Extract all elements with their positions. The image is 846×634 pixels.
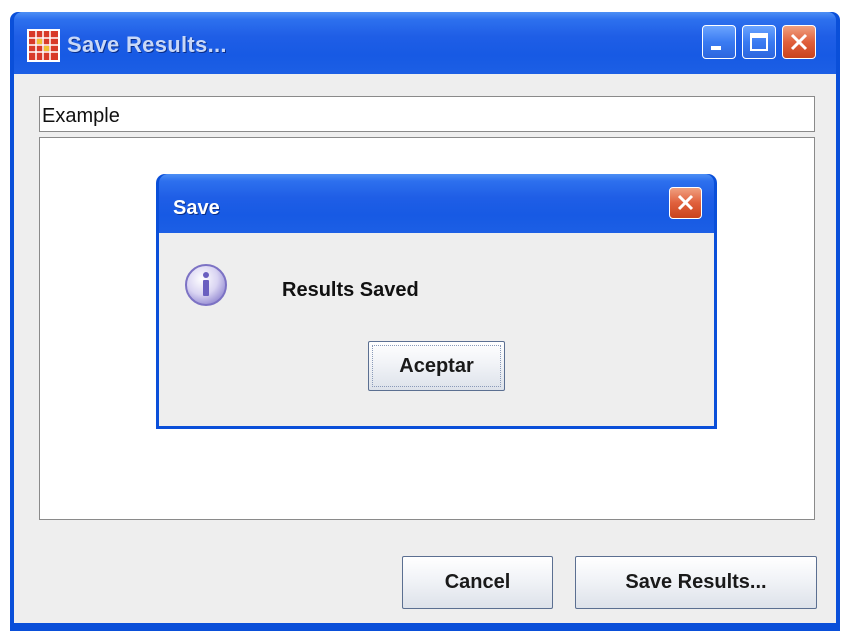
save-results-button[interactable]: Save Results... <box>575 556 817 609</box>
maximize-button[interactable] <box>742 25 776 59</box>
window-title: Save Results... <box>67 32 227 57</box>
close-icon <box>677 194 694 211</box>
dialog-body: Results Saved Aceptar <box>159 233 714 426</box>
minimize-icon <box>711 46 721 50</box>
focus-ring <box>372 345 501 387</box>
cancel-button-label: Cancel <box>444 571 511 593</box>
save-results-button-label: Save Results... <box>625 571 767 593</box>
minimize-button[interactable] <box>702 25 736 59</box>
main-window: Save Results... Example Cancel Save Resu… <box>10 12 840 631</box>
example-field[interactable]: Example <box>39 96 815 132</box>
accept-button[interactable]: Aceptar <box>368 341 505 391</box>
info-icon <box>185 264 227 306</box>
dialog-message: Results Saved <box>282 279 419 301</box>
window-titlebar[interactable]: Save Results... <box>14 12 836 74</box>
cancel-button[interactable]: Cancel <box>402 556 553 609</box>
close-icon <box>790 33 808 51</box>
dialog-titlebar[interactable]: Save <box>159 174 714 233</box>
dialog-close-button[interactable] <box>669 187 702 219</box>
save-dialog: Save Results Saved Aceptar <box>156 174 717 429</box>
app-grid-icon <box>27 29 60 62</box>
close-button[interactable] <box>782 25 816 59</box>
maximize-icon <box>750 33 768 51</box>
dialog-title: Save <box>173 197 220 219</box>
